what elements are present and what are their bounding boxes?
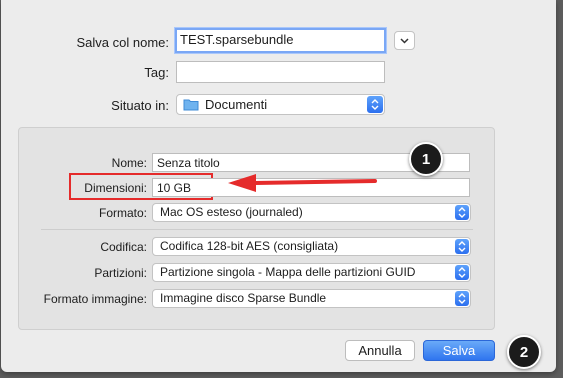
- encryption-label: Codifica:: [100, 240, 147, 254]
- partitions-label: Partizioni:: [94, 266, 147, 280]
- updown-arrows-icon: [455, 239, 469, 254]
- name-label: Nome:: [111, 156, 147, 170]
- image-format-select[interactable]: Immagine disco Sparse Bundle: [152, 289, 471, 308]
- step-2-callout: 2: [507, 335, 541, 369]
- chevron-down-icon: [400, 37, 409, 44]
- location-label: Situato in:: [111, 98, 169, 113]
- updown-arrows-icon: [455, 265, 469, 280]
- format-label: Formato:: [98, 206, 147, 220]
- save-dialog: Salva col nome: TEST.sparsebundle Tag: S…: [1, 0, 556, 372]
- tag-field[interactable]: [176, 61, 385, 83]
- save-as-label: Salva col nome:: [76, 35, 170, 50]
- tag-label: Tag:: [144, 65, 169, 80]
- divider: [41, 229, 473, 230]
- encryption-select[interactable]: Codifica 128-bit AES (consigliata): [152, 237, 471, 256]
- updown-arrows-icon: [455, 205, 469, 220]
- size-label: Dimensioni:: [84, 181, 147, 195]
- folder-icon: [183, 99, 199, 111]
- cancel-button[interactable]: Annulla: [345, 340, 415, 361]
- partitions-value: Partizione singola - Mappa delle partizi…: [160, 265, 416, 279]
- annotation-arrow-icon: [228, 174, 377, 192]
- location-value: Documenti: [205, 97, 268, 112]
- format-select[interactable]: Mac OS esteso (journaled): [152, 203, 471, 222]
- location-select[interactable]: Documenti: [176, 94, 385, 115]
- format-value: Mac OS esteso (journaled): [160, 205, 303, 219]
- save-button[interactable]: Salva: [423, 340, 495, 361]
- updown-arrows-icon: [455, 291, 469, 306]
- step-1-callout: 1: [409, 142, 443, 176]
- updown-arrows-icon: [367, 96, 383, 113]
- encryption-value: Codifica 128-bit AES (consigliata): [160, 239, 339, 253]
- image-format-label: Formato immagine:: [43, 292, 147, 306]
- partitions-select[interactable]: Partizione singola - Mappa delle partizi…: [152, 263, 471, 282]
- image-format-value: Immagine disco Sparse Bundle: [160, 291, 327, 305]
- expand-button[interactable]: [394, 31, 415, 50]
- save-as-field[interactable]: TEST.sparsebundle: [175, 28, 386, 53]
